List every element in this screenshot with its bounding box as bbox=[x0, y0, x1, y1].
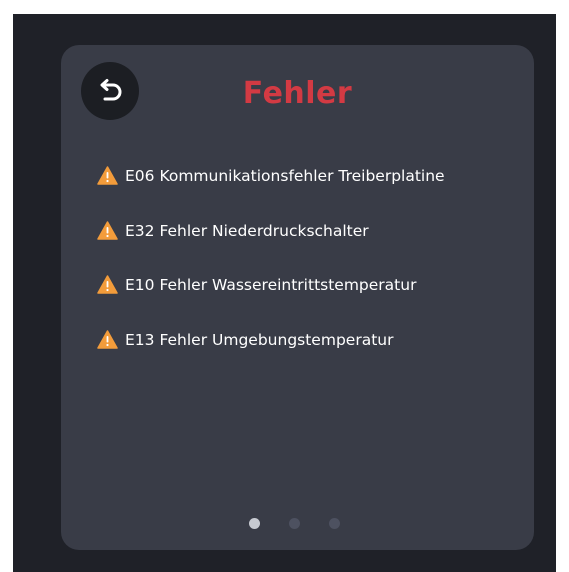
error-list: E06 Kommunikationsfehler Treiberplatine … bbox=[97, 166, 445, 384]
error-text: E10 Fehler Wassereintrittstemperatur bbox=[125, 276, 417, 294]
error-text: E13 Fehler Umgebungstemperatur bbox=[125, 330, 394, 349]
warning-triangle-icon bbox=[97, 275, 118, 294]
error-text: E32 Fehler Niederdruckschalter bbox=[125, 221, 369, 240]
error-item: E06 Kommunikationsfehler Treiberplatine bbox=[97, 166, 445, 221]
warning-triangle-icon bbox=[97, 220, 118, 240]
warning-triangle-icon bbox=[97, 329, 118, 349]
page-indicator bbox=[249, 518, 340, 529]
warning-triangle-icon bbox=[97, 166, 118, 185]
error-text: E06 Kommunikationsfehler Treiberplatine bbox=[125, 167, 445, 185]
page-dot-2[interactable] bbox=[289, 518, 300, 529]
page-dot-1-active[interactable] bbox=[249, 518, 260, 529]
error-item: E32 Fehler Niederdruckschalter bbox=[97, 220, 445, 276]
page-title: Fehler bbox=[242, 76, 353, 111]
error-item: E10 Fehler Wassereintrittstemperatur bbox=[97, 275, 445, 330]
page-dot-3[interactable] bbox=[329, 518, 340, 529]
error-item: E13 Fehler Umgebungstemperatur bbox=[97, 329, 445, 385]
